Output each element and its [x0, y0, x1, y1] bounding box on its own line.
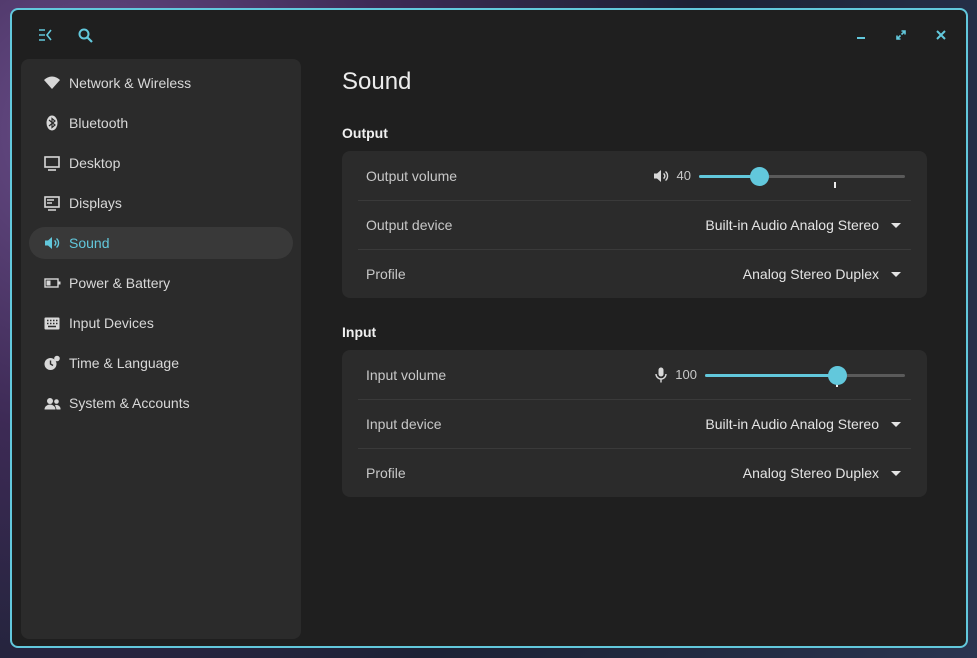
search-icon[interactable]: [74, 24, 96, 46]
sidebar-item-displays[interactable]: Displays: [29, 187, 293, 219]
caret-down-icon: [891, 271, 901, 277]
sidebar-toggle-icon[interactable]: [34, 24, 56, 46]
sidebar-item-label: Desktop: [69, 155, 121, 171]
input-profile-dropdown[interactable]: Analog Stereo Duplex: [743, 465, 905, 481]
output-device-dropdown[interactable]: Built-in Audio Analog Stereo: [705, 217, 905, 233]
input-profile-value: Analog Stereo Duplex: [742, 465, 879, 481]
sidebar-item-power[interactable]: Power & Battery: [29, 267, 293, 299]
output-volume-slider[interactable]: [699, 166, 905, 188]
input-volume-row: Input volume 100: [358, 350, 911, 399]
sidebar-item-network[interactable]: Network & Wireless: [29, 67, 293, 99]
sidebar-item-label: System & Accounts: [69, 395, 190, 411]
output-volume-label: Output volume: [366, 167, 458, 184]
sidebar-item-label: Displays: [69, 195, 122, 211]
wifi-icon: [43, 74, 61, 92]
output-device-value: Built-in Audio Analog Stereo: [705, 217, 879, 233]
input-volume-label: Input volume: [366, 366, 447, 383]
input-volume-value: 100: [675, 367, 697, 382]
keyboard-icon: [43, 314, 61, 332]
caret-down-icon: [891, 470, 901, 476]
input-device-row: Input device Built-in Audio Analog Stere…: [358, 399, 911, 448]
caret-down-icon: [891, 421, 901, 427]
sidebar-item-sound[interactable]: Sound: [29, 227, 293, 259]
output-card: Output volume 40 Output device Built-in …: [342, 151, 927, 298]
sidebar-item-label: Time & Language: [69, 355, 179, 371]
main-content: Sound Output Output volume 40 Output dev…: [342, 10, 942, 646]
input-profile-label: Profile: [366, 465, 406, 481]
sidebar-item-label: Bluetooth: [69, 115, 129, 131]
output-section-title: Output: [342, 125, 388, 141]
caret-down-icon: [891, 222, 901, 228]
output-volume-row: Output volume 40: [358, 151, 911, 200]
sidebar-item-input-devices[interactable]: Input Devices: [29, 307, 293, 339]
battery-icon: [43, 274, 61, 292]
settings-window: Network & Wireless Bluetooth Desktop Dis…: [10, 8, 968, 648]
sidebar-item-time-language[interactable]: Time & Language: [29, 347, 293, 379]
sidebar-item-system-accounts[interactable]: System & Accounts: [29, 387, 293, 419]
clock-icon: [43, 354, 61, 372]
sidebar-item-desktop[interactable]: Desktop: [29, 147, 293, 179]
slider-thumb[interactable]: [828, 365, 847, 385]
input-section-title: Input: [342, 324, 377, 340]
output-device-row: Output device Built-in Audio Analog Ster…: [358, 200, 911, 249]
input-device-value: Built-in Audio Analog Stereo: [705, 416, 879, 432]
sidebar-item-label: Input Devices: [69, 315, 154, 331]
sidebar: Network & Wireless Bluetooth Desktop Dis…: [21, 59, 301, 639]
monitor-icon: [43, 154, 61, 172]
input-card: Input volume 100 Input device Built-in A…: [342, 350, 927, 497]
sidebar-item-bluetooth[interactable]: Bluetooth: [29, 107, 293, 139]
users-icon: [43, 394, 61, 412]
page-title: Sound: [342, 68, 412, 95]
sidebar-item-label: Sound: [69, 235, 110, 251]
sidebar-item-label: Network & Wireless: [69, 75, 192, 91]
microphone-icon[interactable]: [655, 367, 667, 383]
speaker-icon[interactable]: [653, 169, 669, 183]
input-device-label: Input device: [366, 416, 442, 432]
slider-fill: [705, 373, 837, 377]
slider-mark: [833, 181, 836, 188]
output-profile-label: Profile: [366, 266, 406, 282]
output-device-label: Output device: [366, 217, 453, 233]
slider-thumb[interactable]: [749, 166, 769, 186]
output-profile-dropdown[interactable]: Analog Stereo Duplex: [743, 266, 905, 282]
output-profile-row: Profile Analog Stereo Duplex: [358, 249, 911, 298]
output-volume-value: 40: [676, 168, 691, 183]
display-icon: [43, 194, 61, 212]
sidebar-item-label: Power & Battery: [69, 275, 171, 291]
input-device-dropdown[interactable]: Built-in Audio Analog Stereo: [705, 416, 905, 432]
speaker-icon: [43, 234, 61, 252]
input-volume-slider[interactable]: [705, 365, 905, 387]
output-profile-value: Analog Stereo Duplex: [742, 266, 879, 282]
bluetooth-icon: [43, 114, 61, 132]
input-profile-row: Profile Analog Stereo Duplex: [358, 448, 911, 497]
